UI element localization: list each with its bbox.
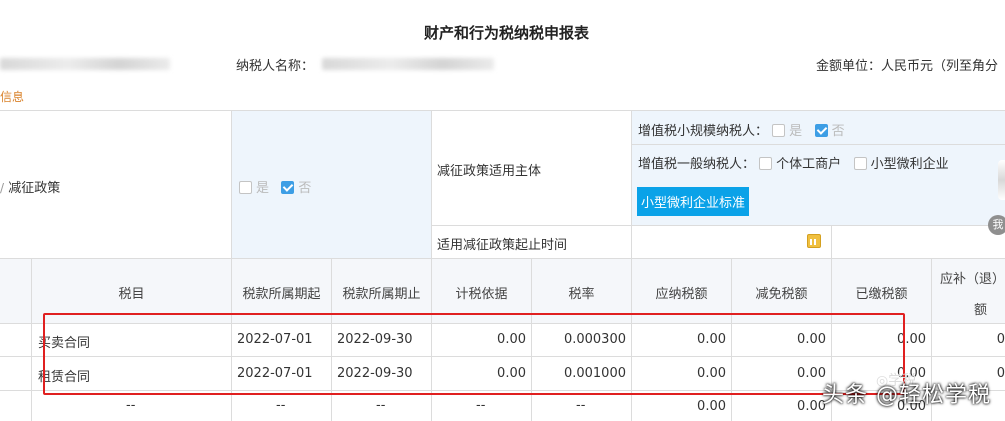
highlight-box bbox=[43, 313, 905, 395]
watermark: 头条 @轻松学税 bbox=[822, 383, 991, 408]
policy-choice: 是 否 bbox=[239, 177, 311, 196]
row1-due: 0 bbox=[996, 332, 1005, 347]
total-payable: 0.00 bbox=[697, 399, 726, 414]
total-relief: 0.00 bbox=[797, 399, 826, 414]
col-tax-due-line2: 额 bbox=[974, 303, 988, 318]
blurred-taxpayer-id bbox=[0, 58, 170, 70]
policy-label: 减征政策 bbox=[8, 181, 61, 196]
col-tax-due: 应补（退） bbox=[940, 272, 1005, 287]
col-tax-rate: 税率 bbox=[568, 287, 595, 302]
col-period-start: 税款所属期起 bbox=[242, 287, 321, 302]
total-rate: -- bbox=[576, 398, 586, 413]
small-scale-row: 增值税小规模纳税人： 是 否 bbox=[638, 124, 845, 139]
general-row: 增值税一般纳税人： 个体工商户 小型微利企业 bbox=[638, 157, 949, 172]
taxpayer-name-label: 纳税人名称： bbox=[236, 59, 315, 74]
section-tag: 信息 bbox=[0, 90, 25, 104]
micro-standard-button[interactable]: 小型微利企业标准 bbox=[637, 187, 750, 216]
total-end: -- bbox=[376, 398, 386, 413]
side-widget-fragment bbox=[998, 160, 1005, 200]
subject-label: 减征政策适用主体 bbox=[437, 164, 542, 179]
col-tax-item: 税目 bbox=[118, 287, 145, 302]
policy-row-label: / 减征政策 bbox=[0, 181, 61, 196]
side-badge[interactable]: 我 bbox=[988, 215, 1005, 235]
policy-period-label: 适用减征政策起止时间 bbox=[437, 238, 568, 253]
policy-no-checkbox[interactable] bbox=[281, 181, 295, 194]
total-basis: -- bbox=[476, 398, 486, 413]
individual-checkbox[interactable] bbox=[759, 157, 773, 170]
micro-enterprise-checkbox[interactable] bbox=[853, 157, 867, 170]
total-start: -- bbox=[276, 398, 286, 413]
col-tax-payable: 应纳税额 bbox=[655, 287, 708, 302]
col-period-end: 税款所属期止 bbox=[342, 287, 421, 302]
col-tax-relief: 减免税额 bbox=[755, 287, 808, 302]
page-title: 财产和行为税纳税申报表 bbox=[423, 24, 589, 42]
policy-yes-checkbox[interactable] bbox=[239, 181, 252, 194]
small-scale-yes-checkbox[interactable] bbox=[772, 124, 786, 137]
col-tax-paid: 已缴税额 bbox=[855, 287, 908, 302]
calendar-icon[interactable] bbox=[807, 234, 821, 248]
col-tax-basis: 计税依据 bbox=[455, 287, 508, 302]
total-item: -- bbox=[126, 398, 136, 413]
amount-unit-label: 金额单位：人民币元（列至角分 bbox=[816, 59, 999, 74]
blurred-taxpayer-name bbox=[322, 58, 494, 70]
small-scale-no-checkbox[interactable] bbox=[814, 124, 828, 137]
